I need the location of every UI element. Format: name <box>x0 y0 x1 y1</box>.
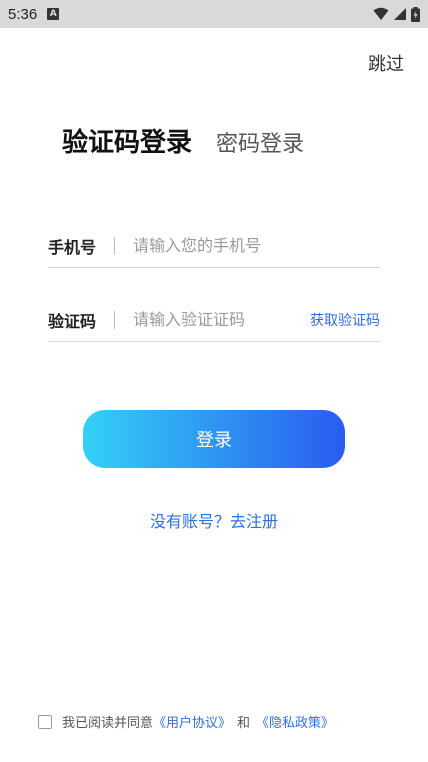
user-agreement-link[interactable]: 《用户协议》 <box>153 712 231 731</box>
privacy-policy-link[interactable]: 《隐私政策》 <box>256 712 334 731</box>
agreement-checkbox[interactable] <box>38 714 52 729</box>
phone-field-row: 手机号 <box>48 224 380 268</box>
code-input[interactable] <box>133 310 310 329</box>
status-bar: 5:36 A <box>0 0 428 28</box>
status-right <box>373 6 420 22</box>
phone-input[interactable] <box>133 236 380 255</box>
wifi-icon <box>373 7 389 20</box>
code-separator <box>114 310 116 329</box>
skip-button[interactable]: 跳过 <box>368 50 404 76</box>
get-code-button[interactable]: 获取验证码 <box>310 310 380 330</box>
login-tabs: 验证码登录 密码登录 <box>62 122 304 159</box>
phone-separator <box>114 236 116 255</box>
signal-icon <box>394 8 406 20</box>
login-button[interactable]: 登录 <box>83 410 345 468</box>
agreement-and: 和 <box>237 716 251 731</box>
register-link[interactable]: 没有账号？去注册 <box>0 508 428 532</box>
status-left: 5:36 A <box>8 5 60 23</box>
phone-label: 手机号 <box>48 237 97 257</box>
battery-charging-icon <box>411 6 420 22</box>
agreement-prefix: 我已阅读并同意 <box>62 716 154 731</box>
code-label: 验证码 <box>48 311 97 331</box>
tab-password-login[interactable]: 密码登录 <box>216 126 304 158</box>
status-time: 5:36 <box>8 5 38 23</box>
notification-icon: A <box>47 8 60 20</box>
agreement-row: 我已阅读并同意 《用户协议》 和 《隐私政策》 <box>38 712 334 731</box>
tab-code-login[interactable]: 验证码登录 <box>62 122 192 159</box>
code-field-row: 验证码 获取验证码 <box>48 298 380 342</box>
